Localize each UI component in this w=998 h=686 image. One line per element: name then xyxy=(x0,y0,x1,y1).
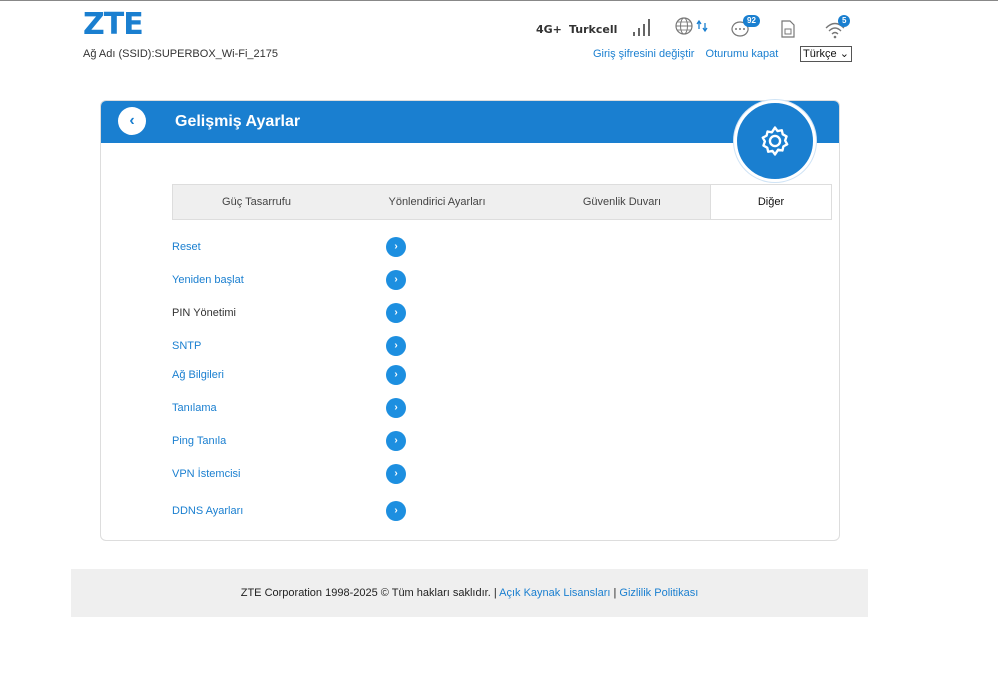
footer-separator: | xyxy=(490,587,500,599)
advanced-settings-card: ‹ Gelişmiş Ayarlar Güç Tasarrufu Yönlend… xyxy=(100,100,840,541)
menu-item-label[interactable]: Ping Tanıla xyxy=(172,435,226,447)
menu-item-label[interactable]: Yeniden başlat xyxy=(172,274,244,286)
tab-other[interactable]: Diğer xyxy=(710,185,831,219)
logout-link[interactable]: Oturumu kapat xyxy=(706,48,779,60)
menu-item-label[interactable]: PIN Yönetimi xyxy=(172,307,236,319)
menu-item-label[interactable]: SNTP xyxy=(172,340,201,352)
menu-item-label[interactable]: VPN İstemcisi xyxy=(172,468,240,480)
chevron-right-icon[interactable]: › xyxy=(386,365,406,385)
menu-item-vpn-client[interactable]: VPN İstemcisi › xyxy=(172,464,412,486)
top-links: Giriş şifresini değiştir Oturumu kapat xyxy=(593,48,786,60)
chevron-right-icon[interactable]: › xyxy=(386,398,406,418)
operator-name: Turkcell xyxy=(569,23,618,36)
back-button[interactable]: ‹ xyxy=(118,107,146,135)
tab-router-settings[interactable]: Yönlendirici Ayarları xyxy=(340,185,534,219)
menu-item-ping-diagnostics[interactable]: Ping Tanıla › xyxy=(172,431,412,453)
chevron-right-icon[interactable]: › xyxy=(386,270,406,290)
chevron-right-icon[interactable]: › xyxy=(386,336,406,356)
menu-item-label[interactable]: Tanılama xyxy=(172,402,217,414)
chevron-right-icon[interactable]: › xyxy=(386,303,406,323)
menu-item-reset[interactable]: Reset › xyxy=(172,237,412,259)
card-header: ‹ Gelişmiş Ayarlar xyxy=(101,101,839,143)
settings-tabs: Güç Tasarrufu Yönlendirici Ayarları Güve… xyxy=(172,184,832,220)
zte-logo: ZTE xyxy=(83,7,144,42)
chevron-right-icon[interactable]: › xyxy=(386,237,406,257)
tab-power-saving[interactable]: Güç Tasarrufu xyxy=(173,185,340,219)
privacy-policy-link[interactable]: Gizlilik Politikası xyxy=(619,587,698,599)
copyright-text: ZTE Corporation 1998-2025 © Tüm hakları … xyxy=(240,587,491,599)
language-select[interactable]: Türkçe ⌄ xyxy=(800,46,852,62)
signal-strength-icon xyxy=(632,17,654,42)
menu-item-sntp[interactable]: SNTP › xyxy=(172,336,412,358)
page-title: Gelişmiş Ayarlar xyxy=(175,113,301,130)
menu-item-network-info[interactable]: Ağ Bilgileri › xyxy=(172,365,412,387)
chevron-right-icon[interactable]: › xyxy=(386,501,406,521)
chevron-down-icon: ⌄ xyxy=(839,48,849,60)
sms-count-badge: 92 xyxy=(743,15,760,27)
menu-item-restart[interactable]: Yeniden başlat › xyxy=(172,270,412,292)
chevron-right-icon[interactable]: › xyxy=(386,464,406,484)
menu-item-ddns-settings[interactable]: DDNS Ayarları › xyxy=(172,501,412,523)
wifi-clients-badge: 5 xyxy=(838,15,851,27)
menu-item-label[interactable]: Reset xyxy=(172,241,201,253)
menu-item-pin-management[interactable]: PIN Yönetimi › xyxy=(172,303,412,325)
network-type: 4G+ xyxy=(536,23,562,36)
menu-item-diagnostics[interactable]: Tanılama › xyxy=(172,398,412,420)
menu-item-label[interactable]: DDNS Ayarları xyxy=(172,505,243,517)
chevron-right-icon[interactable]: › xyxy=(386,431,406,451)
internet-globe-icon[interactable] xyxy=(674,15,710,42)
language-value: Türkçe xyxy=(803,48,837,60)
open-source-licenses-link[interactable]: Açık Kaynak Lisansları xyxy=(499,587,610,599)
settings-gear-icon xyxy=(734,100,816,182)
ssid-label: Ağ Adı (SSID):SUPERBOX_Wi-Fi_2175 xyxy=(83,48,279,60)
change-password-link[interactable]: Giriş şifresini değiştir xyxy=(593,48,694,60)
footer: ZTE Corporation 1998-2025 © Tüm hakları … xyxy=(71,569,868,617)
menu-item-label[interactable]: Ağ Bilgileri xyxy=(172,369,224,381)
tab-firewall[interactable]: Güvenlik Duvarı xyxy=(534,185,710,219)
sim-card-icon xyxy=(780,19,796,44)
